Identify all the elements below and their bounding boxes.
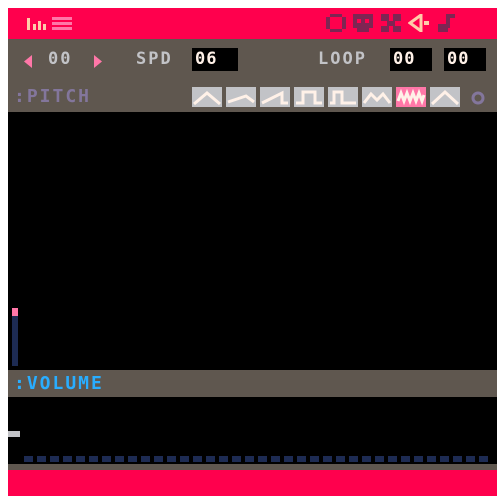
pitch-bar[interactable] [12,308,18,366]
volume-marker[interactable] [8,431,20,437]
custom-instrument-circle-icon[interactable] [471,90,485,105]
speed-label: SPD [136,49,173,69]
loop-end-field[interactable]: 00 [444,48,486,71]
loop-start-field[interactable]: 00 [390,48,432,71]
speed-field[interactable]: 06 [192,48,238,71]
sfx-editor: 00 SPD 06 LOOP 00 00 :PITCH:VOLUME [8,8,497,496]
waveform-square-button[interactable] [294,87,324,107]
loop-start-value: 00 [393,49,416,69]
prev-sfx-button[interactable] [22,53,34,68]
volume-graph[interactable] [8,397,497,464]
music-note-icon[interactable] [436,14,456,32]
bottom-bar [8,470,497,496]
controls-row: 00 SPD 06 LOOP 00 00 [8,39,497,80]
map-icon[interactable] [381,14,401,32]
sfx-icon[interactable] [407,12,430,34]
volume-row: :VOLUME [8,370,497,397]
grid-icon[interactable] [52,17,72,31]
next-sfx-button[interactable] [92,53,104,68]
pitch-graph[interactable] [8,112,497,370]
waveform-triangle-button[interactable] [192,87,222,107]
loop-label: LOOP [318,49,367,69]
code-icon[interactable] [326,14,346,32]
waveform-noise-button[interactable] [396,87,426,107]
pitch-mode-label[interactable]: :PITCH [14,88,91,106]
waveform-phaser-button[interactable] [430,87,460,107]
waveform-saw-button[interactable] [260,87,290,107]
top-bar [8,8,497,39]
waveform-organ-button[interactable] [362,87,392,107]
sprite-icon[interactable] [353,14,373,32]
waveform-tilted-saw-button[interactable] [226,87,256,107]
waveform-pulse-button[interactable] [328,87,358,107]
sfx-index: 00 [48,49,73,69]
volume-mode-label[interactable]: :VOLUME [14,375,104,393]
music-bars-icon[interactable] [27,16,47,30]
loop-end-value: 00 [447,49,470,69]
speed-value: 06 [195,49,218,69]
